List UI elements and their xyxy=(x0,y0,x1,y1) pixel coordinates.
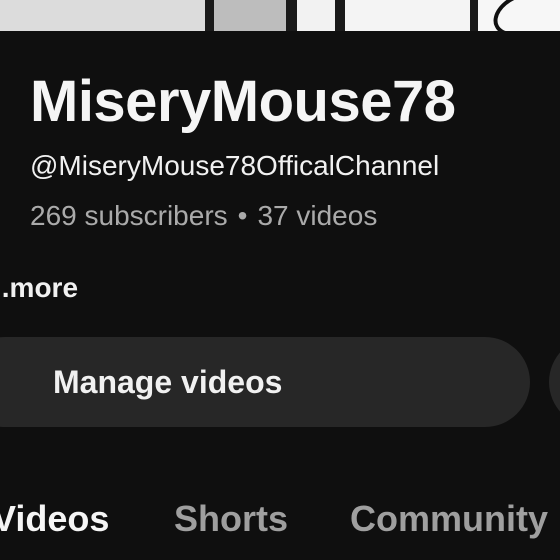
banner-panel xyxy=(0,0,205,31)
channel-stats: 269 subscribers • 37 videos xyxy=(30,200,377,232)
channel-banner[interactable] xyxy=(0,0,560,31)
tab-videos[interactable]: Videos xyxy=(0,498,109,540)
stats-separator: • xyxy=(237,200,248,231)
banner-panel xyxy=(345,0,470,31)
channel-handle: @MiseryMouse78OfficalChannel xyxy=(30,150,440,181)
subscriber-count: 269 subscribers xyxy=(30,200,228,231)
more-link[interactable]: ..more xyxy=(0,272,78,304)
channel-tabs: Videos Shorts Community xyxy=(0,498,560,560)
banner-panel xyxy=(297,0,335,31)
channel-action-button[interactable] xyxy=(549,337,560,427)
banner-panel xyxy=(214,0,286,31)
video-count: 37 videos xyxy=(257,200,378,231)
channel-page: MiseryMouse78 @MiseryMouse78OfficalChann… xyxy=(0,0,560,560)
tab-shorts[interactable]: Shorts xyxy=(174,498,288,540)
manage-videos-button[interactable]: Manage videos xyxy=(0,337,530,427)
manage-videos-label: Manage videos xyxy=(53,364,283,400)
tab-community[interactable]: Community xyxy=(350,498,548,540)
channel-name: MiseryMouse78 xyxy=(30,69,456,134)
